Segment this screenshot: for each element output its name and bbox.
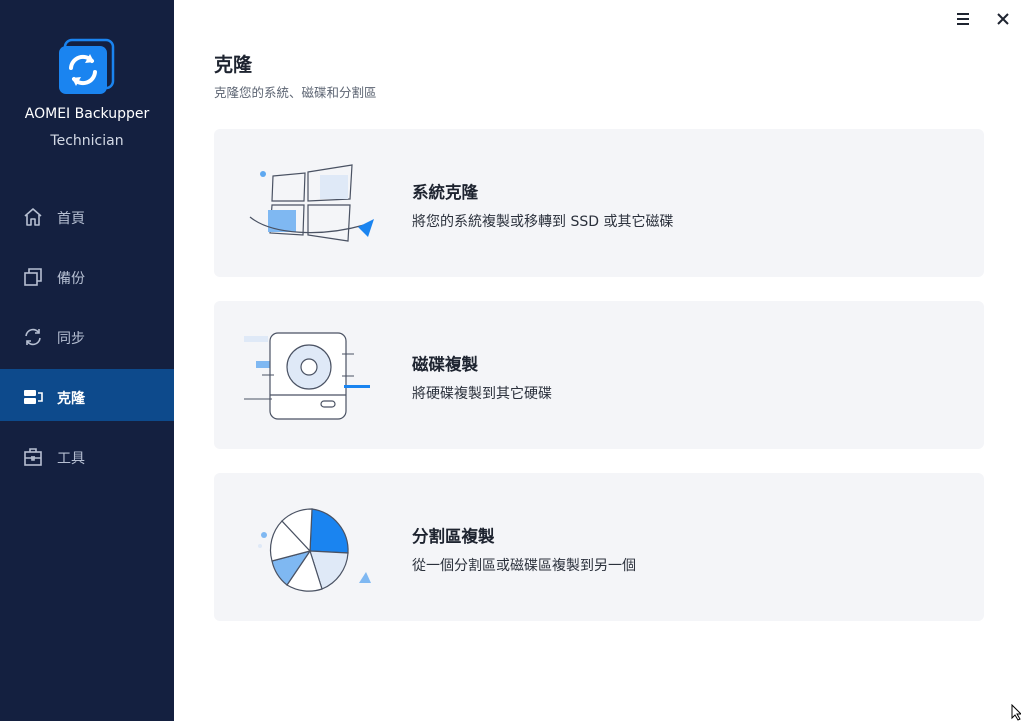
backup-icon: [24, 268, 42, 286]
card-description: 從一個分割區或磁碟區複製到另一個: [412, 558, 636, 574]
app-edition: Technician: [50, 133, 124, 149]
sidebar-item-label: 首頁: [57, 211, 85, 227]
system-clone-illustration: [249, 164, 374, 242]
card-description: 將您的系統複製或移轉到 SSD 或其它磁碟: [412, 214, 674, 230]
page-subtitle: 克隆您的系統、磁碟和分割區: [214, 85, 377, 100]
sidebar-item-clone[interactable]: 克隆: [0, 369, 174, 421]
disk-clone-illustration: [244, 332, 370, 420]
card-title: 磁碟複製: [412, 355, 478, 374]
partition-clone-illustration: [258, 508, 371, 592]
sidebar-item-sync[interactable]: 同步: [0, 309, 174, 361]
system-clone-card[interactable]: 系統克隆 將您的系統複製或移轉到 SSD 或其它磁碟: [214, 129, 984, 277]
card-title: 分割區複製: [412, 527, 495, 546]
sidebar-item-backup[interactable]: 備份: [0, 249, 174, 301]
clone-icon: [24, 390, 43, 404]
menu-icon[interactable]: [953, 9, 973, 29]
close-icon[interactable]: [993, 9, 1013, 29]
sidebar-item-label: 同步: [57, 331, 85, 347]
sidebar-item-home[interactable]: 首頁: [0, 189, 174, 241]
tools-icon: [24, 448, 42, 466]
disk-clone-card[interactable]: 磁碟複製 將硬碟複製到其它硬碟: [214, 301, 984, 449]
sidebar-item-label: 克隆: [57, 391, 85, 407]
app-logo-icon: [59, 38, 115, 94]
sidebar-nav: 首頁 備份 同步 克隆 工具: [0, 189, 174, 489]
card-description: 將硬碟複製到其它硬碟: [412, 386, 552, 402]
sidebar: AOMEI Backupper Technician 首頁 備份 同步 克隆 工…: [0, 0, 174, 721]
sidebar-item-label: 工具: [57, 451, 85, 467]
sidebar-item-tools[interactable]: 工具: [0, 429, 174, 481]
card-title: 系統克隆: [412, 183, 478, 202]
mouse-cursor-icon: [1011, 704, 1021, 721]
sync-icon: [25, 328, 41, 346]
app-name: AOMEI Backupper: [24, 106, 150, 122]
home-icon: [24, 208, 42, 226]
partition-clone-card[interactable]: 分割區複製 從一個分割區或磁碟區複製到另一個: [214, 473, 984, 621]
sidebar-item-label: 備份: [57, 271, 85, 287]
page-title: 克隆: [214, 54, 253, 76]
